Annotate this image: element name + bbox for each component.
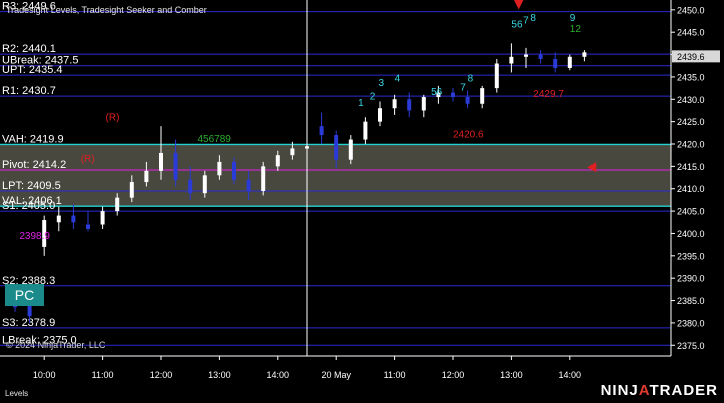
signal-label: 456789 [198, 134, 232, 145]
y-tick-label: 2375.0 [677, 341, 705, 351]
candle-body [188, 179, 193, 194]
level-label-r1: R1: 2430.7 [2, 85, 56, 97]
y-tick-label: 2450.0 [677, 5, 705, 15]
signal-label: 2420.6 [453, 129, 484, 140]
candle-body [261, 166, 266, 191]
signal-label: 7 [460, 82, 466, 93]
candle-body [290, 148, 295, 156]
candle-body [392, 99, 397, 109]
level-label-pivot: Pivot: 2414.2 [2, 159, 66, 171]
level-label-lpt: LPT: 2409.5 [2, 180, 61, 192]
candle-body [86, 224, 90, 229]
candle-body [348, 139, 353, 160]
signal-label: 4 [395, 73, 401, 84]
y-tick-label: 2420.0 [677, 140, 705, 150]
signal-label: 2398.9 [19, 231, 50, 242]
candle-body [509, 56, 514, 64]
y-tick-label: 2380.0 [677, 318, 705, 328]
candle-body [173, 152, 178, 180]
level-label-s3: S3: 2378.9 [2, 317, 55, 329]
signal-label: 56 [431, 87, 443, 98]
signal-label: 2429.7 [533, 89, 564, 100]
signal-label: 2 [370, 91, 376, 102]
pc-badge[interactable]: PC [5, 284, 44, 306]
candle-body [334, 135, 339, 160]
signal-label: 56 [511, 20, 523, 31]
candle-body [305, 146, 309, 149]
y-tick-label: 2395.0 [677, 251, 705, 261]
level-label-upt: UPT: 2435.4 [2, 64, 63, 76]
candle-body [159, 152, 163, 171]
panel-label: Levels [5, 389, 29, 398]
candle-body [129, 182, 134, 198]
candle-body [363, 121, 368, 140]
candle-body [494, 63, 499, 89]
candle-body [451, 92, 455, 98]
candle-body [100, 211, 105, 225]
y-tick-label: 2425.0 [677, 117, 705, 127]
y-tick-label: 2430.0 [677, 95, 705, 105]
candle-body [246, 179, 251, 191]
logo-part: TRADER [649, 382, 718, 399]
x-tick-label: 11:00 [92, 370, 114, 380]
candle-body [567, 56, 572, 68]
signal-label: 12 [570, 24, 582, 35]
y-tick-label: 2390.0 [677, 274, 705, 284]
candle-body [480, 88, 485, 104]
signal-label: 8 [468, 73, 474, 84]
y-tick-label: 2410.0 [677, 184, 705, 194]
ninjatrader-logo: NINJATRADER [601, 382, 718, 399]
y-tick-label: 2385.0 [677, 296, 705, 306]
candle-body [378, 108, 382, 122]
y-tick-label: 2435.0 [677, 72, 705, 82]
x-tick-label: 14:00 [267, 370, 290, 380]
current-price-label: 2439.6 [677, 52, 705, 62]
candle-body [232, 161, 236, 180]
candle-body [524, 54, 528, 57]
x-tick-label: 10:00 [33, 370, 56, 380]
signal-label: 1 [358, 98, 364, 109]
logo-accent: A [638, 382, 650, 399]
x-tick-label: 13:00 [208, 370, 231, 380]
level-label-vah: VAH: 2419.9 [2, 133, 64, 145]
candle-body [144, 170, 149, 183]
candle-body [553, 59, 558, 68]
logo-part: NINJ [600, 382, 639, 399]
candle-body [538, 54, 543, 60]
candle-body [27, 305, 32, 317]
signal-label: 8 [530, 13, 536, 24]
signal-arrow-down [514, 0, 524, 10]
x-tick-label: 11:00 [384, 370, 406, 380]
y-tick-label: 2405.0 [677, 207, 705, 217]
y-tick-label: 2445.0 [677, 28, 705, 38]
x-tick-label: 12:00 [442, 370, 465, 380]
candle-body [582, 52, 587, 57]
candle-body [275, 155, 280, 167]
candle-body [421, 97, 426, 111]
x-tick-label: 14:00 [559, 370, 582, 380]
copyright-text: © 2024 NinjaTrader, LLC [6, 340, 106, 350]
signal-label: 9 [570, 13, 576, 24]
signal-label: (R) [81, 154, 95, 165]
signal-label: 7 [523, 15, 529, 26]
candle-body [217, 161, 222, 176]
signal-label: 3 [379, 78, 385, 89]
level-label-r2: R2: 2440.1 [2, 43, 56, 55]
y-tick-label: 2415.0 [677, 162, 705, 172]
candle-body [465, 97, 470, 104]
candle-body [319, 126, 324, 136]
price-chart[interactable]: R3: 2449.6R2: 2440.1UBreak: 2437.5UPT: 2… [0, 0, 724, 403]
x-tick-label: 13:00 [500, 370, 523, 380]
candle-body [407, 99, 412, 111]
signal-label: (R) [106, 112, 120, 123]
x-tick-label: 20 May [321, 370, 351, 380]
candle-body [202, 175, 207, 194]
chart-subtitle: Tradesight Levels, Tradesight Seeker and… [6, 5, 207, 15]
candle-body [115, 197, 120, 212]
candle-body [56, 215, 61, 223]
y-tick-label: 2400.0 [677, 229, 705, 239]
candle-body [71, 215, 76, 223]
level-label-s1: S1: 2405.0 [2, 200, 55, 212]
x-tick-label: 12:00 [150, 370, 173, 380]
